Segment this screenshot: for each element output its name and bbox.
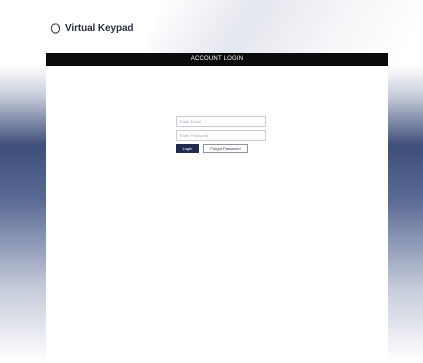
button-row: Login Forgot Password xyxy=(176,144,266,153)
logo-shield-icon xyxy=(50,23,61,34)
logo-text: Virtual Keypad xyxy=(65,23,134,34)
email-field[interactable] xyxy=(176,116,266,127)
login-form: Login Forgot Password xyxy=(176,116,266,153)
forgot-password-button[interactable]: Forgot Password xyxy=(203,144,248,153)
login-button[interactable]: Login xyxy=(176,144,199,153)
page-background: Virtual Keypad ACCOUNT LOGIN Login Forgo… xyxy=(0,0,423,363)
login-panel: ACCOUNT LOGIN Login Forgot Password xyxy=(46,53,388,363)
logo[interactable]: Virtual Keypad xyxy=(50,23,134,34)
panel-title: ACCOUNT LOGIN xyxy=(46,53,388,66)
password-field[interactable] xyxy=(176,130,266,141)
